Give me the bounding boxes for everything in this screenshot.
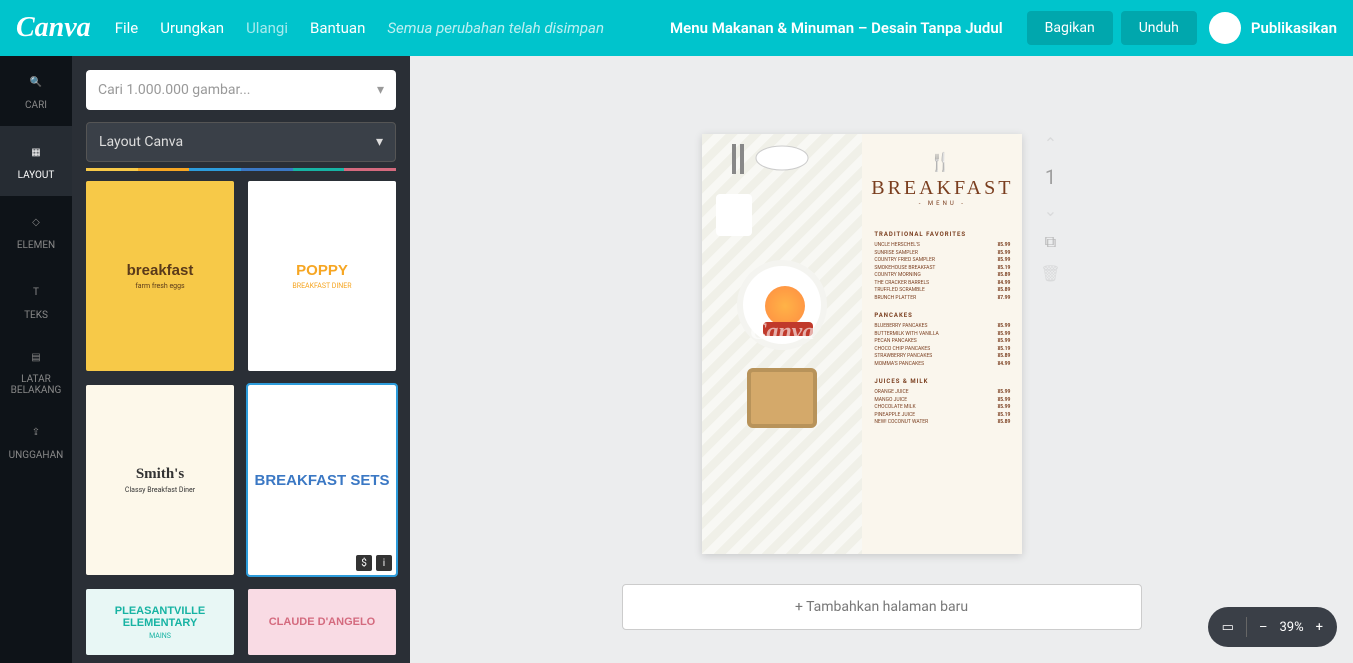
shapes-icon: ◇ — [25, 212, 47, 234]
cutlery-top — [722, 140, 842, 180]
menu-item-row: PECAN PANCAKES¥5.99 — [874, 338, 1010, 346]
download-button[interactable]: Unduh — [1121, 11, 1197, 45]
rail-upload[interactable]: ⇪ UNGGAHAN — [0, 406, 72, 476]
dropdown-label: Layout Canva — [99, 134, 183, 150]
menu-help[interactable]: Bantuan — [310, 19, 365, 37]
template-card[interactable]: Smith'sClassy Breakfast Diner — [86, 385, 234, 575]
zoom-level[interactable]: 39% — [1279, 620, 1303, 635]
menu-item-row: STRAWBERRY PANCAKES¥5.89 — [874, 353, 1010, 361]
menu-item-row: BRUNCH PLATTER¥7.99 — [874, 295, 1010, 303]
side-rail: 🔍 CARI ▦ LAYOUT ◇ ELEMEN T TEKS ▤ LATAR BELAKANG ⇪… — [0, 56, 72, 663]
template-card[interactable]: PLEASANTVILLE ELEMENTARYMAINS — [86, 589, 234, 655]
menu-item-row: BLUEBERRY PANCAKES¥5.99 — [874, 323, 1010, 331]
delete-page-icon[interactable]: 🗑 — [1040, 264, 1060, 283]
avatar[interactable] — [1209, 12, 1241, 44]
rail-label: TEKS — [24, 310, 48, 321]
menu-item-row: THE CRACKER BARRELS¥4.99 — [874, 280, 1010, 288]
menu-undo[interactable]: Urungkan — [160, 19, 224, 37]
rail-label: ELEMEN — [17, 240, 55, 251]
template-card[interactable]: breakfastfarm fresh eggs — [86, 181, 234, 371]
cutlery-icon: 🍴 — [929, 152, 955, 173]
doc-title[interactable]: Menu Makanan & Minuman – Desain Tanpa Ju… — [670, 19, 1003, 37]
present-icon[interactable]: ▭ — [1222, 620, 1234, 635]
menu-item-row: NEW! COCONUT WATER¥5.89 — [874, 419, 1010, 427]
menu-title: BREAKFAST — [871, 177, 1013, 200]
template-card[interactable]: POPPYBREAKFAST DINER — [248, 181, 396, 371]
menu-photo-side: Canva — [702, 134, 862, 554]
menu-text-side: 🍴 BREAKFAST - MENU - TRADITIONAL FAVORIT… — [862, 134, 1022, 554]
zoom-bar: ▭ – 39% + — [1208, 607, 1337, 647]
menu-redo[interactable]: Ulangi — [246, 19, 288, 37]
search-icon: 🔍 — [25, 72, 47, 94]
toast — [747, 368, 817, 428]
cup — [716, 194, 752, 236]
rail-label: LAYOUT — [18, 170, 55, 181]
add-page-button[interactable]: + Tambahkan halaman baru — [622, 584, 1142, 630]
zoom-in-button[interactable]: + — [1316, 620, 1323, 635]
menu-item-row: CHOCOLATE MILK¥5.99 — [874, 404, 1010, 412]
rail-bg[interactable]: ▤ LATAR BELAKANG — [0, 336, 72, 406]
rail-text[interactable]: T TEKS — [0, 266, 72, 336]
section-header: TRADITIONAL FAVORITES — [874, 231, 1010, 238]
chevron-down-icon: ▾ — [377, 82, 384, 98]
logo[interactable]: Canva — [16, 12, 91, 44]
arrow-up-icon[interactable]: ⌃ — [1044, 134, 1057, 153]
design-canvas[interactable]: Canva 🍴 BREAKFAST - MENU - TRADITIONAL F… — [702, 134, 1022, 554]
section-header: PANCAKES — [874, 312, 1010, 319]
menu-file[interactable]: File — [115, 19, 139, 37]
menu-item-row: CHOCO CHIP PANCAKES¥5.19 — [874, 346, 1010, 354]
top-menu: File Urungkan Ulangi Bantuan — [115, 19, 366, 37]
color-strip — [86, 168, 396, 171]
topbar: Canva File Urungkan Ulangi Bantuan Semua… — [0, 0, 1353, 56]
menu-item-row: BUTTERMILK WITH VANILLA¥5.99 — [874, 331, 1010, 339]
section-header: JUICES & MILK — [874, 378, 1010, 385]
template-card[interactable]: BREAKFAST SETSi$ — [248, 385, 396, 575]
price-badge[interactable]: $ — [356, 555, 372, 571]
menu-item-row: TRUFFLED SCRAMBLE¥5.89 — [874, 287, 1010, 295]
template-grid: breakfastfarm fresh eggsPOPPYBREAKFAST D… — [86, 181, 396, 655]
copy-page-icon[interactable]: ⧉ — [1045, 232, 1056, 252]
rail-label: LATAR BELAKANG — [0, 374, 72, 396]
menu-item-row: COUNTRY MORNING¥5.89 — [874, 272, 1010, 280]
zoom-out-button[interactable]: – — [1259, 620, 1268, 635]
upload-icon: ⇪ — [25, 422, 47, 444]
share-button[interactable]: Bagikan — [1027, 11, 1113, 45]
chevron-down-icon: ▾ — [376, 134, 383, 150]
page-tools: ⌃ 1 ⌄ ⧉ 🗑 — [1040, 134, 1060, 283]
layout-dropdown[interactable]: Layout Canva ▾ — [86, 122, 396, 162]
rail-label: UNGGAHAN — [9, 450, 64, 461]
menu-item-row: SUNRISE SAMPLER¥5.99 — [874, 250, 1010, 258]
canvas-area: Canva 🍴 BREAKFAST - MENU - TRADITIONAL F… — [410, 56, 1353, 663]
menu-item-row: ORANGE JUICE¥5.99 — [874, 389, 1010, 397]
menu-item-row: UNCLE HERSCHEL'S¥5.99 — [874, 242, 1010, 250]
menu-item-row: SMOKEHOUSE BREAKFAST¥5.19 — [874, 265, 1010, 273]
layout-panel: Cari 1.000.000 gambar... ▾ Layout Canva … — [72, 56, 410, 663]
publish-button[interactable]: Publikasikan — [1251, 19, 1337, 37]
menu-item-row: MANGO JUICE¥5.99 — [874, 397, 1010, 405]
page-number: 1 — [1045, 165, 1056, 189]
menu-subtitle: - MENU - — [919, 200, 966, 207]
rail-search[interactable]: 🔍 CARI — [0, 56, 72, 126]
rail-layout[interactable]: ▦ LAYOUT — [0, 126, 72, 196]
template-card[interactable]: CLAUDE D'ANGELO — [248, 589, 396, 655]
save-status: Semua perubahan telah disimpan — [387, 19, 604, 37]
search-placeholder: Cari 1.000.000 gambar... — [98, 82, 251, 98]
info-badge[interactable]: i — [376, 555, 392, 571]
arrow-down-icon[interactable]: ⌄ — [1044, 201, 1057, 220]
layout-icon: ▦ — [25, 142, 47, 164]
canva-watermark: Canva — [750, 319, 814, 346]
menu-item-row: MOMMA'S PANCAKES¥4.99 — [874, 361, 1010, 369]
search-input[interactable]: Cari 1.000.000 gambar... ▾ — [86, 70, 396, 110]
rail-label: CARI — [25, 100, 47, 111]
bg-icon: ▤ — [25, 346, 47, 368]
menu-item-row: PINEAPPLE JUICE¥5.19 — [874, 412, 1010, 420]
menu-item-row: COUNTRY FRIED SAMPLER¥5.99 — [874, 257, 1010, 265]
text-icon: T — [25, 282, 47, 304]
rail-shapes[interactable]: ◇ ELEMEN — [0, 196, 72, 266]
